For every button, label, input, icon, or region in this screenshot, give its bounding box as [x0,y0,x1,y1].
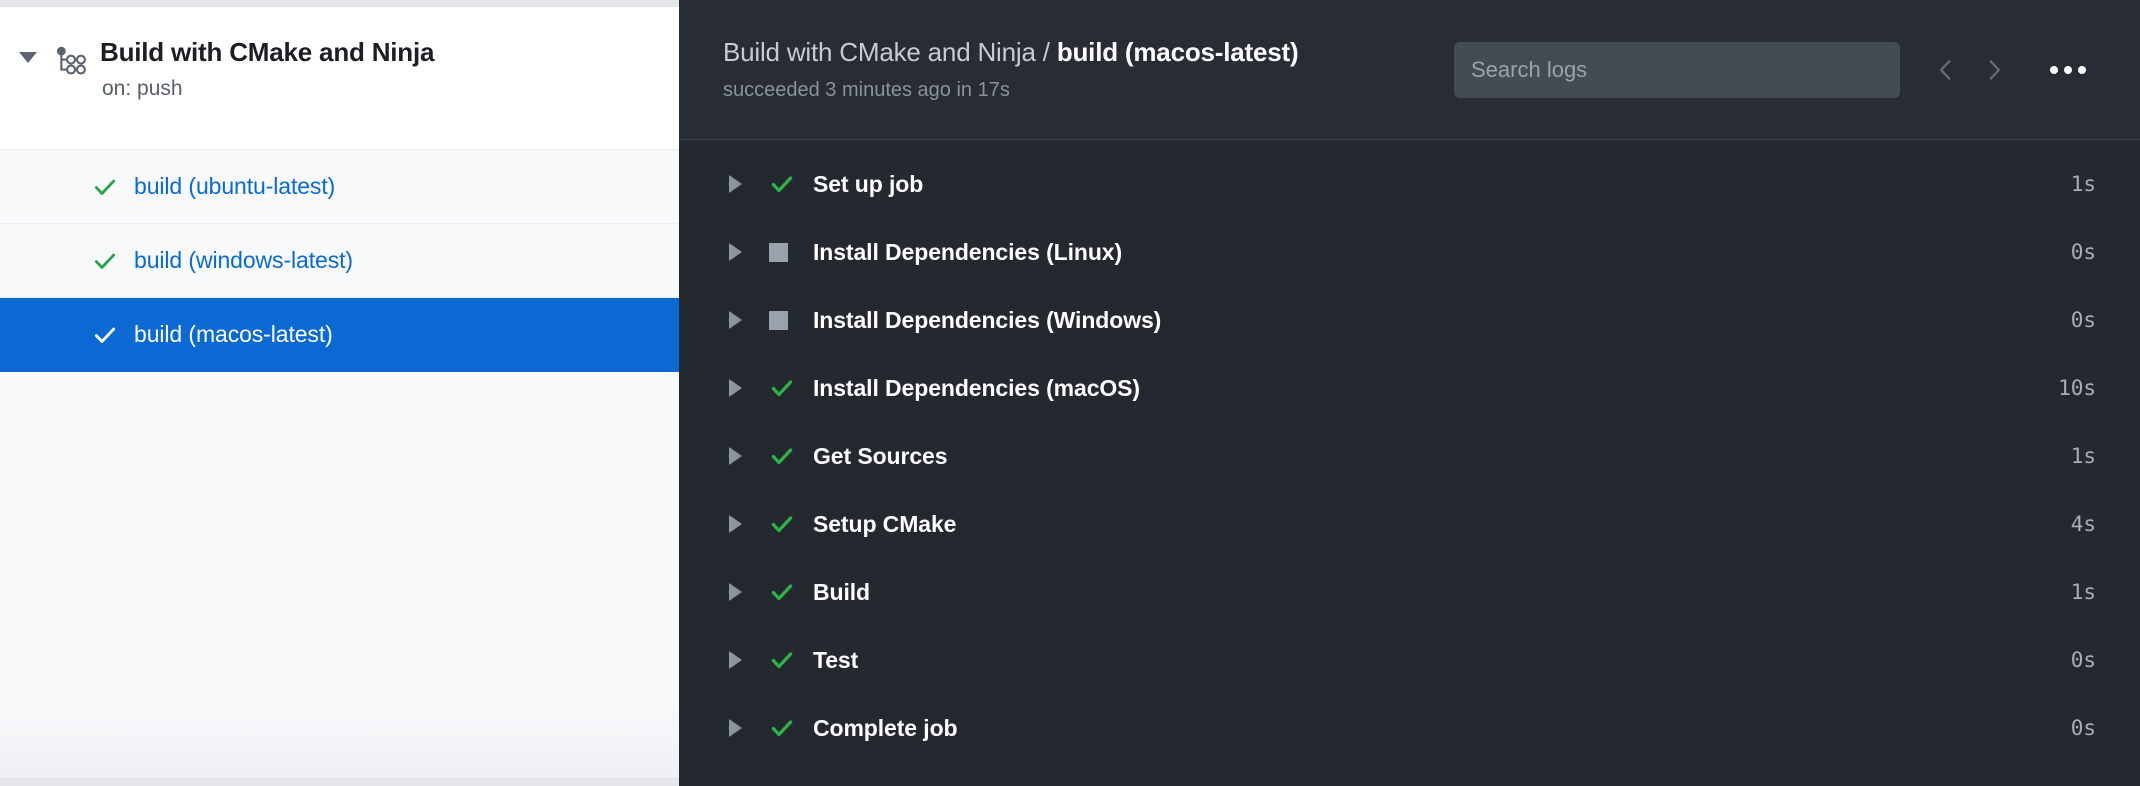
step-duration: 10s [2058,376,2096,400]
search-prev-button[interactable] [1922,46,1970,94]
step-duration: 4s [2070,512,2096,536]
sidebar-item-build-windows-latest[interactable]: build (windows-latest) [0,224,679,298]
step-row[interactable]: Set up job 1s [679,150,2140,218]
check-icon [92,322,134,348]
step-duration: 0s [2070,240,2096,264]
step-expander[interactable] [717,243,761,261]
step-name: Install Dependencies (Linux) [813,238,1123,265]
step-name: Complete job [813,714,958,741]
square-icon [761,310,813,330]
run-status-text: succeeded 3 minutes ago in 17s [723,79,1010,101]
step-expander[interactable] [717,175,761,193]
step-name: Get Sources [813,442,948,469]
log-panel: Build with CMake and Ninja / build (maco… [679,0,2140,786]
workflow-collapse-toggle[interactable] [8,38,48,63]
step-name: Build [813,578,870,605]
sidebar-item-label: build (windows-latest) [134,247,353,273]
sidebar-scroll-fade [0,708,679,778]
step-name: Set up job [813,170,924,197]
step-expander[interactable] [717,515,761,533]
check-icon [761,511,813,537]
check-icon [761,443,813,469]
log-panel-header: Build with CMake and Ninja / build (maco… [679,0,2140,140]
check-icon [761,171,813,197]
chevron-left-icon [1933,57,1959,83]
step-expander[interactable] [717,311,761,329]
sidebar-item-build-macos-latest[interactable]: build (macos-latest) [0,298,679,372]
step-row[interactable]: Install Dependencies (Windows) 0s [679,286,2140,354]
step-name: Test [813,646,859,673]
step-name: Setup CMake [813,510,957,537]
step-expander[interactable] [717,583,761,601]
step-name: Install Dependencies (macOS) [813,374,1140,401]
search-input[interactable] [1454,41,1900,98]
workflow-title: Build with CMake and Ninja [100,37,435,67]
triangle-right-icon [729,651,742,669]
step-name: Install Dependencies (Windows) [813,306,1162,333]
square-icon [761,242,813,262]
check-icon [761,715,813,741]
step-row[interactable]: Install Dependencies (Linux) 0s [679,218,2140,286]
ellipsis-icon [2050,65,2086,74]
breadcrumb-parent[interactable]: Build with CMake and Ninja / [723,37,1057,67]
breadcrumb: Build with CMake and Ninja / build (maco… [723,37,1454,102]
step-row[interactable]: Test 0s [679,626,2140,694]
workflow-title-block: Build with CMake and Ninja on: push [94,37,435,101]
step-row[interactable]: Install Dependencies (macOS) 10s [679,354,2140,422]
window-top-strip [0,0,679,7]
breadcrumb-current: build (macos-latest) [1056,37,1299,67]
step-row[interactable]: Get Sources 1s [679,422,2140,490]
triangle-right-icon [729,379,742,397]
step-duration: 0s [2070,308,2096,332]
step-row[interactable]: Complete job 0s [679,694,2140,762]
check-icon [761,375,813,401]
sidebar-item-label: build (macos-latest) [134,321,333,347]
jobs-sidebar: Build with CMake and Ninja on: push buil… [0,0,679,786]
triangle-right-icon [729,447,742,465]
triangle-right-icon [729,515,742,533]
step-expander[interactable] [717,379,761,397]
sidebar-item-build-ubuntu-latest[interactable]: build (ubuntu-latest) [0,150,679,224]
step-row[interactable]: Build 1s [679,558,2140,626]
triangle-right-icon [729,311,742,329]
triangle-right-icon [729,175,742,193]
triangle-right-icon [729,583,742,601]
workflow-header: Build with CMake and Ninja on: push [0,7,679,150]
step-expander[interactable] [717,447,761,465]
search-next-button[interactable] [1970,46,2018,94]
workflow-graph-icon [48,38,94,79]
step-duration: 1s [2070,172,2096,196]
triangle-right-icon [729,719,742,737]
step-expander[interactable] [717,719,761,737]
step-row[interactable]: Setup CMake 4s [679,490,2140,558]
more-options-button[interactable] [2040,46,2096,94]
window-bottom-strip [0,778,679,786]
check-icon [761,579,813,605]
check-icon [761,647,813,673]
sidebar-item-label: build (ubuntu-latest) [134,173,336,199]
chevron-down-icon [19,52,37,63]
step-expander[interactable] [717,651,761,669]
triangle-right-icon [729,243,742,261]
step-list: Set up job 1s Install Dependencies (Linu… [679,140,2140,786]
workflow-run-viewer: Build with CMake and Ninja on: push buil… [0,0,2140,786]
step-duration: 0s [2070,648,2096,672]
workflow-trigger: on: push [102,76,183,100]
step-duration: 0s [2070,716,2096,740]
job-list: build (ubuntu-latest) build (windows-lat… [0,150,679,372]
step-duration: 1s [2070,444,2096,468]
check-icon [92,248,134,274]
step-duration: 1s [2070,580,2096,604]
check-icon [92,174,134,200]
chevron-right-icon [1981,57,2007,83]
